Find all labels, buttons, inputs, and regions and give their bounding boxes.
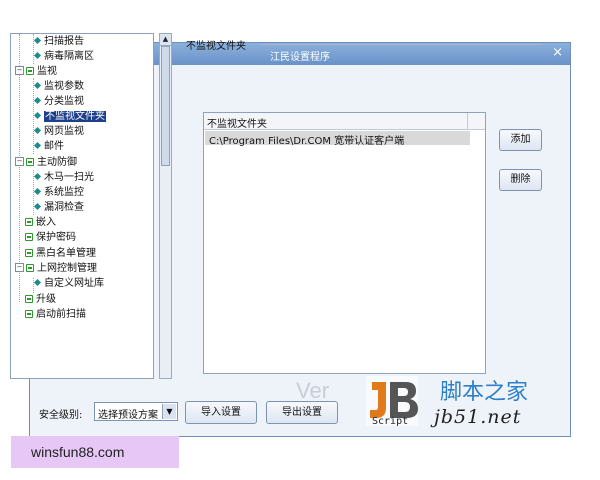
close-icon[interactable]: × <box>552 46 563 60</box>
scroll-thumb[interactable] <box>161 46 170 166</box>
tree-item-label: 保护密码 <box>36 232 76 243</box>
tree-node-active-defense[interactable]: − 主动防御 <box>15 156 77 170</box>
logo-url-text: jb51.net <box>434 406 522 428</box>
tree-item-label: 病毒隔离区 <box>44 51 94 62</box>
tree-item-label: 分类监视 <box>44 96 84 107</box>
tree-node-password[interactable]: 保护密码 <box>25 231 76 245</box>
tree-item-label: 自定义网址库 <box>44 278 104 289</box>
node-folder-icon <box>26 157 34 166</box>
excluded-folders-list[interactable]: 不监视文件夹 C:\Program Files\Dr.COM 宽带认证客户端 <box>203 112 486 374</box>
item-bullet-icon <box>33 126 42 135</box>
tree-item-monitor-params[interactable]: 监视参数 <box>33 80 84 94</box>
tree-item-label: 升级 <box>36 294 56 305</box>
tree-item-label: 监视参数 <box>44 81 84 92</box>
tree-item-label: 系统监控 <box>44 187 84 198</box>
node-folder-icon <box>25 217 33 226</box>
list-item[interactable]: C:\Program Files\Dr.COM 宽带认证客户端 <box>205 131 470 147</box>
add-button[interactable]: 添加 <box>499 129 542 151</box>
item-bullet-icon <box>33 187 42 196</box>
export-settings-button[interactable]: 导出设置 <box>266 401 338 424</box>
item-bullet-icon <box>33 111 42 120</box>
item-bullet-icon <box>33 36 42 45</box>
tree-item-web-monitor[interactable]: 网页监视 <box>33 125 84 139</box>
banner-text: winsfun88.com <box>31 444 125 460</box>
tree-item-label: 嵌入 <box>36 217 56 228</box>
node-folder-icon <box>25 232 33 241</box>
tree-item-system-monitor[interactable]: 系统监控 <box>33 186 84 200</box>
tree-guide-line <box>33 278 34 293</box>
security-level-label: 安全级别: <box>39 410 83 421</box>
tree-item-trojan-sweep[interactable]: 木马一扫光 <box>33 171 94 185</box>
tree-item-label: 启动前扫描 <box>36 309 86 320</box>
node-folder-icon <box>25 248 33 257</box>
item-bullet-icon <box>33 172 42 181</box>
logo-script-text: Script <box>372 416 409 427</box>
tree-item-label: 扫描报告 <box>44 36 84 47</box>
logo-cn-text: 脚本之家 <box>440 380 529 405</box>
security-level-value: 选择预设方案 <box>98 410 158 421</box>
tree-node-blackwhite-list[interactable]: 黑白名单管理 <box>25 247 96 261</box>
tree-item-custom-url-lib[interactable]: 自定义网址库 <box>33 277 104 291</box>
column-divider[interactable] <box>467 113 468 129</box>
column-header[interactable]: 不监视文件夹 <box>207 115 267 130</box>
scroll-up-icon[interactable]: ▲ <box>160 34 171 46</box>
list-header: 不监视文件夹 <box>204 113 485 130</box>
item-bullet-icon <box>33 51 42 60</box>
item-bullet-icon <box>33 81 42 90</box>
settings-tree: 扫描报告 病毒隔离区 − 监视 监视参数 分类监视 不监视文件夹 网页监视 邮件 … <box>10 33 154 379</box>
node-folder-icon <box>26 66 34 75</box>
tree-item-label: 上网控制管理 <box>37 263 97 274</box>
node-folder-icon <box>25 294 33 303</box>
collapse-icon[interactable]: − <box>15 157 24 166</box>
item-bullet-icon <box>33 278 42 287</box>
list-item-path: C:\Program Files\Dr.COM 宽带认证客户端 <box>209 136 405 147</box>
tree-item-label: 黑白名单管理 <box>36 248 96 259</box>
tree-node-boot-scan[interactable]: 启动前扫描 <box>25 308 86 322</box>
node-folder-icon <box>25 309 33 318</box>
watermark-text: Ver <box>296 378 330 403</box>
tree-item-vulnerability-check[interactable]: 漏洞检查 <box>33 201 84 215</box>
item-bullet-icon <box>33 141 42 150</box>
collapse-icon[interactable]: − <box>15 263 24 272</box>
tree-node-internet-control[interactable]: − 上网控制管理 <box>15 262 97 276</box>
chevron-down-icon[interactable]: ▼ <box>162 404 176 419</box>
site-banner: winsfun88.com <box>11 436 179 468</box>
tree-item-scan-report[interactable]: 扫描报告 <box>33 35 84 49</box>
tree-item-label: 主动防御 <box>37 157 77 168</box>
collapse-icon[interactable]: − <box>15 66 24 75</box>
tree-item-category-monitor[interactable]: 分类监视 <box>33 95 84 109</box>
site-watermark-logo: Script 脚本之家 jb51.net <box>358 370 568 436</box>
tree-node-monitor[interactable]: − 监视 <box>15 65 57 79</box>
tree-item-excluded-folders[interactable]: 不监视文件夹 <box>33 110 106 124</box>
tree-node-upgrade[interactable]: 升级 <box>25 293 56 307</box>
section-title: 不监视文件夹 <box>186 41 246 52</box>
tree-item-label: 不监视文件夹 <box>44 111 106 122</box>
tree-item-label: 监视 <box>37 66 57 77</box>
item-bullet-icon <box>33 96 42 105</box>
item-bullet-icon <box>33 202 42 211</box>
import-settings-button[interactable]: 导入设置 <box>185 401 257 424</box>
section-divider <box>260 44 542 45</box>
tree-item-label: 邮件 <box>44 141 64 152</box>
tree-item-mail[interactable]: 邮件 <box>33 140 64 154</box>
node-folder-icon <box>26 263 34 272</box>
tree-item-label: 网页监视 <box>44 126 84 137</box>
security-level-select[interactable]: 选择预设方案 ▼ <box>94 402 178 421</box>
tree-item-label: 木马一扫光 <box>44 172 94 183</box>
tree-guide-line <box>33 34 34 64</box>
tree-item-quarantine[interactable]: 病毒隔离区 <box>33 50 94 64</box>
tree-item-label: 漏洞检查 <box>44 202 84 213</box>
tree-scrollbar[interactable]: ▲ <box>159 33 172 379</box>
tree-node-embed[interactable]: 嵌入 <box>25 216 56 230</box>
delete-button[interactable]: 删除 <box>499 169 542 191</box>
